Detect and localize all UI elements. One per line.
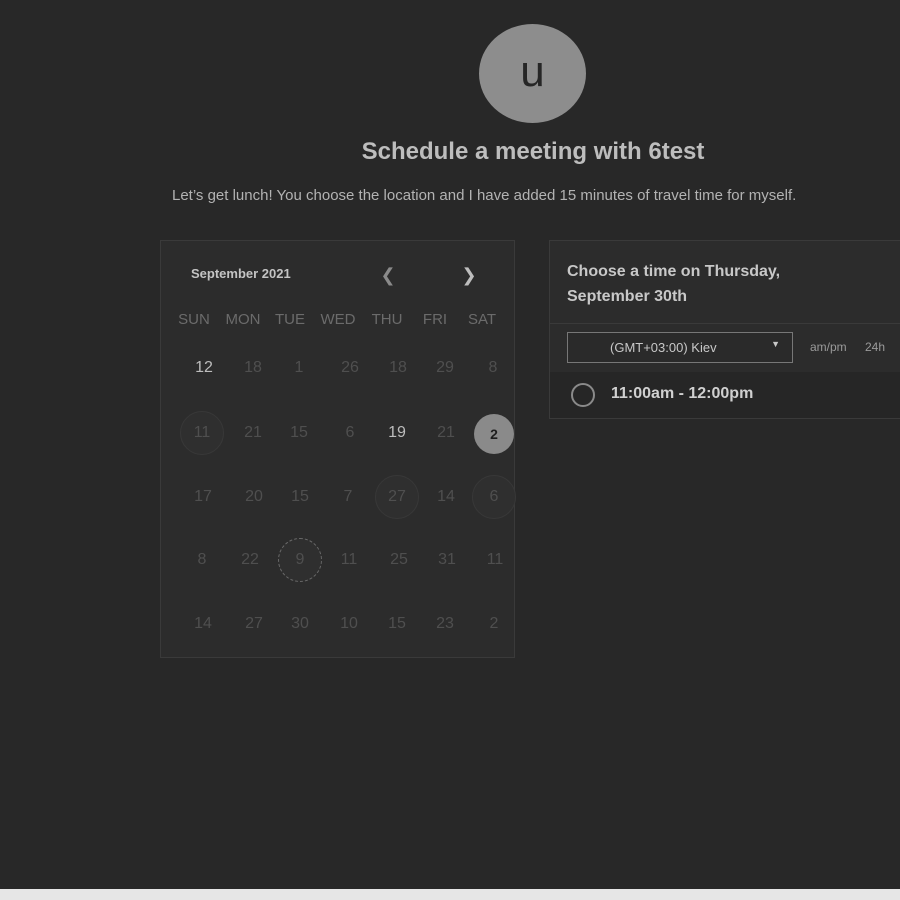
calendar-day: 6: [472, 475, 516, 519]
time-panel: Choose a time on Thursday, September 30t…: [549, 240, 900, 419]
avatar-letter: u: [520, 46, 545, 96]
calendar-day: 17: [194, 488, 212, 505]
calendar-day: 1: [294, 359, 304, 376]
format-ampm-toggle[interactable]: am/pm: [810, 340, 847, 354]
calendar-day: 11: [180, 411, 224, 455]
calendar-day: 23: [436, 615, 454, 632]
weekday-wed: WED: [320, 311, 356, 328]
calendar-day: 27: [245, 615, 263, 632]
chevron-right-icon: ❯: [461, 264, 477, 285]
calendar-day: 18: [389, 359, 407, 376]
chevron-left-icon: ❮: [380, 264, 396, 285]
calendar-day: 8: [197, 551, 207, 568]
page-subtitle: Let’s get lunch! You choose the location…: [172, 187, 797, 204]
calendar-day: 18: [244, 359, 262, 376]
calendar-day: 21: [437, 424, 455, 441]
calendar-day: 30: [291, 615, 309, 632]
calendar-day: 31: [438, 551, 456, 568]
calendar-day: 29: [436, 359, 454, 376]
calendar-day: 15: [291, 488, 309, 505]
next-month-button[interactable]: ❯: [456, 263, 482, 287]
prev-month-button[interactable]: ❮: [375, 263, 401, 287]
calendar-day[interactable]: 12: [182, 346, 226, 390]
calendar-day: 6: [345, 424, 355, 441]
calendar-day: 22: [241, 551, 259, 568]
calendar-day-today: 9: [278, 538, 322, 582]
calendar-month-label: September 2021: [191, 266, 291, 281]
calendar-day: 7: [343, 488, 353, 505]
weekday-thu: THU: [371, 311, 403, 328]
calendar-day: 27: [375, 475, 419, 519]
time-slot[interactable]: 11:00am - 12:00pm: [550, 372, 900, 418]
calendar-day: 10: [340, 615, 358, 632]
calendar-day: 14: [437, 488, 455, 505]
weekday-fri: FRI: [422, 311, 448, 328]
calendar-day: 21: [244, 424, 262, 441]
calendar-day: 11: [486, 551, 504, 568]
calendar-day: 14: [194, 615, 212, 632]
bottom-bar: [0, 889, 900, 900]
avatar: u: [479, 24, 586, 123]
calendar-day: 20: [245, 488, 263, 505]
calendar-day: 11: [340, 551, 358, 568]
format-24h-toggle[interactable]: 24h: [865, 340, 885, 354]
weekday-sun: SUN: [178, 311, 210, 328]
calendar-day: 25: [390, 551, 408, 568]
caret-down-icon: ▼: [771, 339, 780, 349]
calendar-day: 26: [341, 359, 359, 376]
weekday-sat: SAT: [467, 311, 497, 328]
weekday-tue: TUE: [275, 311, 305, 328]
calendar-day: 15: [290, 424, 308, 441]
time-panel-heading: Choose a time on Thursday, September 30t…: [567, 263, 781, 305]
timezone-value: (GMT+03:00) Kiev: [610, 340, 717, 355]
radio-button[interactable]: [571, 383, 595, 407]
weekday-mon: MON: [225, 311, 261, 328]
calendar-day: 15: [388, 615, 406, 632]
calendar-day: 2: [489, 615, 499, 632]
calendar-day: 8: [488, 359, 498, 376]
time-slot-label: 11:00am - 12:00pm: [611, 385, 754, 402]
calendar-day-selected[interactable]: 2: [474, 414, 514, 454]
timezone-select[interactable]: (GMT+03:00) Kiev ▼: [567, 332, 793, 363]
calendar-day[interactable]: 19: [375, 411, 419, 455]
calendar: September 2021 ❮ ❯ SUN MON TUE WED THU F…: [160, 240, 516, 658]
divider: [550, 323, 900, 324]
page-title: Schedule a meeting with 6test: [361, 138, 705, 165]
